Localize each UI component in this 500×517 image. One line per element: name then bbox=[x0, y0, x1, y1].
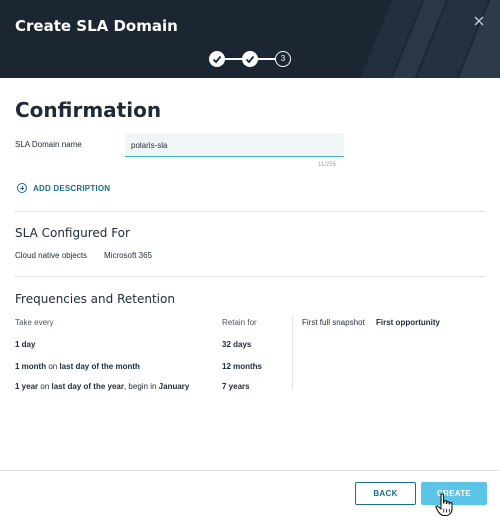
retain-for-header: Retain for bbox=[222, 318, 257, 327]
frequency-row: 1 year on last day of the year, begin in… bbox=[15, 382, 189, 391]
first-full-snapshot-value: First opportunity bbox=[376, 318, 440, 327]
sla-name-label: SLA Domain name bbox=[15, 140, 82, 149]
retention-value: 32 days bbox=[222, 340, 252, 349]
step-number: 3 bbox=[280, 54, 286, 63]
column-divider bbox=[292, 316, 293, 390]
cloud-native-objects-value: Microsoft 365 bbox=[104, 251, 153, 260]
frequency-connector: on bbox=[46, 362, 60, 371]
retention-value: 12 months bbox=[222, 362, 263, 371]
section-divider bbox=[15, 276, 485, 277]
frequency-connector: on bbox=[38, 382, 52, 391]
frequency-interval: 1 day bbox=[15, 340, 36, 349]
take-every-header: Take every bbox=[15, 318, 54, 327]
sla-name-value: polaris-sla bbox=[131, 141, 168, 150]
first-full-snapshot-label: First full snapshot bbox=[302, 318, 365, 327]
frequency-interval: 1 month bbox=[15, 362, 47, 371]
checkmark-icon bbox=[245, 55, 255, 64]
retention-value: 7 years bbox=[222, 382, 250, 391]
page-title: Confirmation bbox=[15, 98, 162, 122]
dialog-title: Create SLA Domain bbox=[15, 17, 178, 35]
add-description-label: ADD DESCRIPTION bbox=[33, 183, 111, 193]
configured-for-heading: SLA Configured For bbox=[15, 226, 130, 240]
frequency-connector: , begin in bbox=[123, 382, 159, 391]
step-3-current: 3 bbox=[275, 51, 291, 67]
char-counter: 11/255 bbox=[318, 162, 336, 168]
step-2-complete bbox=[242, 51, 258, 67]
frequencies-heading: Frequencies and Retention bbox=[15, 292, 175, 306]
plus-circle-icon bbox=[17, 183, 27, 193]
hand-pointer-icon bbox=[435, 493, 453, 517]
step-1-complete bbox=[209, 51, 225, 67]
wizard-stepper: 3 bbox=[209, 51, 291, 67]
back-button[interactable]: BACK bbox=[355, 482, 416, 505]
section-divider bbox=[15, 211, 485, 212]
cloud-native-objects-label: Cloud native objects bbox=[15, 251, 88, 260]
dialog-header: Create SLA Domain 3 bbox=[0, 0, 500, 78]
add-description-button[interactable]: ADD DESCRIPTION bbox=[17, 181, 110, 195]
step-connector bbox=[225, 58, 242, 60]
frequency-day: last day of the month bbox=[59, 362, 140, 371]
frequency-row: 1 day bbox=[15, 340, 35, 349]
sla-name-input[interactable]: polaris-sla bbox=[125, 133, 344, 157]
frequency-interval: 1 year bbox=[15, 382, 39, 391]
frequency-day: last day of the year bbox=[51, 382, 124, 391]
frequency-month: January bbox=[158, 382, 190, 391]
footer-divider bbox=[0, 470, 500, 471]
checkmark-icon bbox=[212, 55, 222, 64]
frequency-row: 1 month on last day of the month bbox=[15, 362, 140, 371]
close-icon[interactable] bbox=[472, 14, 486, 28]
step-connector bbox=[258, 58, 275, 60]
